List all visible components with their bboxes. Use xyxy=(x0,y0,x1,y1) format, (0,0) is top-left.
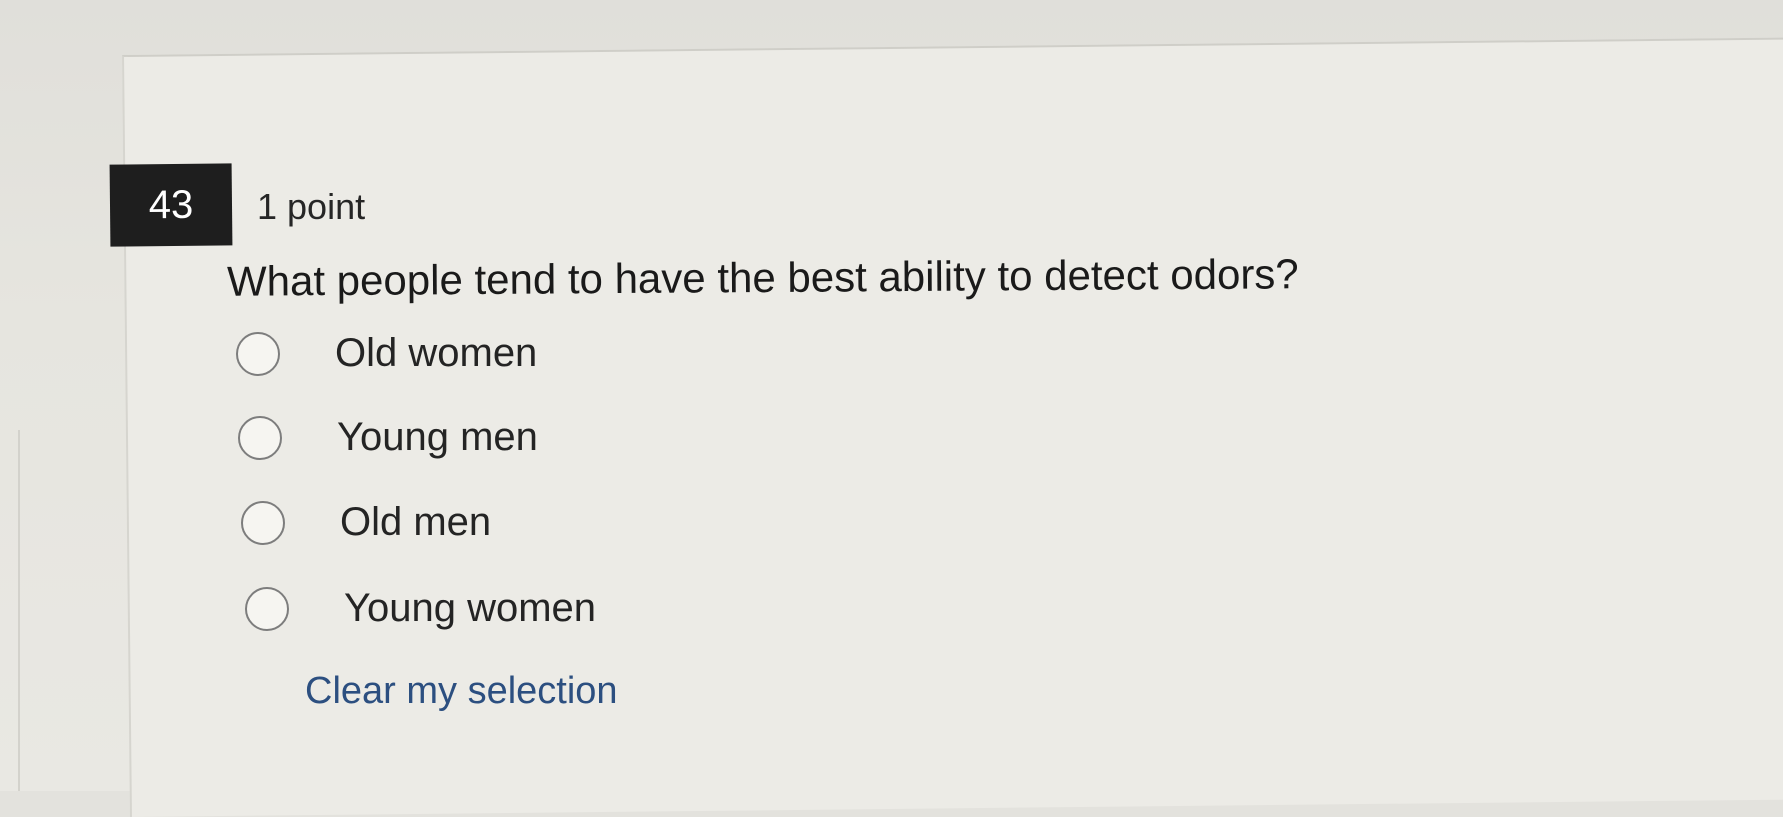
question-text: What people tend to have the best abilit… xyxy=(226,250,1299,305)
radio-button[interactable] xyxy=(238,415,282,460)
radio-button[interactable] xyxy=(236,331,280,376)
answer-option-young-men[interactable]: Young men xyxy=(238,415,538,460)
answer-option-old-men[interactable]: Old men xyxy=(241,500,491,545)
question-number-badge: 43 xyxy=(109,163,233,247)
answer-option-old-women[interactable]: Old women xyxy=(236,331,537,376)
answer-option-label: Young women xyxy=(344,586,597,630)
clear-selection-link[interactable]: Clear my selection xyxy=(305,670,618,713)
answer-option-label: Old men xyxy=(340,500,492,544)
radio-button[interactable] xyxy=(245,586,289,631)
radio-button[interactable] xyxy=(241,500,285,545)
answer-option-young-women[interactable]: Young women xyxy=(245,586,596,631)
question-points: 1 point xyxy=(257,186,366,227)
answer-option-label: Young men xyxy=(337,415,538,459)
answer-option-label: Old women xyxy=(335,331,538,375)
page-left-edge xyxy=(18,430,20,791)
